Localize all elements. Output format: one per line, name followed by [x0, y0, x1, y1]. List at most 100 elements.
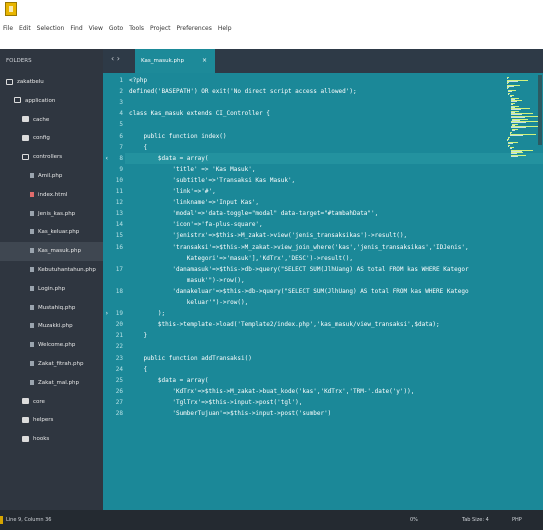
folder-icon	[22, 435, 29, 442]
file-icon	[30, 266, 34, 272]
line-number: 11	[115, 188, 123, 195]
tab-kas-masuk[interactable]: Kas_masuk.php ×	[135, 49, 215, 73]
fold-marker-icon[interactable]: ›	[105, 310, 109, 317]
sidebar-item-kas-keluar-php[interactable]: Kas_keluar.php	[0, 223, 103, 242]
syntax-selector[interactable]: PHP	[512, 510, 522, 530]
code-line[interactable]: 'transaksi'=>$this->M_zakat->view_join_w…	[129, 244, 469, 251]
folder-open-icon	[22, 153, 29, 160]
sidebar-item-label: Kas_keluar.php	[38, 229, 80, 236]
sidebar-item-index-html[interactable]: index.html	[0, 186, 103, 205]
code-line[interactable]: 'danakeluar'=>$this->db->query("SELECT S…	[129, 288, 469, 295]
sidebar-item-config[interactable]: config	[0, 129, 103, 148]
code-line[interactable]: Kategori'=>'masuk'],'KdTrx','DESC')->res…	[129, 255, 353, 262]
file-icon	[30, 172, 34, 178]
code-editor[interactable]: 1 2 3 4 5 6 7 8 ‹ 9 10 11 12 13 14 15 16 17 18 19 › 20 21 22 23 2…	[103, 73, 543, 510]
code-line[interactable]: class Kas_masuk extends CI_Controller {	[129, 110, 270, 117]
menu-item-edit[interactable]: Edit	[19, 25, 31, 32]
menu-item-selection[interactable]: Selection	[37, 25, 65, 32]
code-line[interactable]: 'title' => 'Kas Masuk',	[129, 166, 255, 173]
sidebar-item-application[interactable]: application	[0, 92, 103, 111]
menu-item-goto[interactable]: Goto	[109, 25, 123, 32]
sidebar-item-muzakki-php[interactable]: Muzakki.php	[0, 317, 103, 336]
code-line[interactable]: 'icon'=>'fa-plus-square',	[129, 221, 262, 228]
code-line[interactable]: keluar'")->row(),	[129, 299, 248, 306]
close-icon[interactable]: ×	[202, 49, 207, 73]
sidebar-item-helpers[interactable]: helpers	[0, 411, 103, 430]
code-line[interactable]: 'subtitle'=>'Transaksi Kas Masuk',	[129, 177, 295, 184]
sidebar-item-label: Login.php	[38, 285, 66, 292]
code-line[interactable]: {	[129, 366, 147, 373]
code-line[interactable]: defined('BASEPATH') OR exit('No direct s…	[129, 88, 357, 95]
menu-item-find[interactable]: Find	[70, 25, 82, 32]
code-line[interactable]: $data = array(	[129, 377, 209, 384]
code-line[interactable]: 'modal'=>'data-toggle="modal" data-targe…	[129, 210, 378, 217]
file-icon	[30, 360, 34, 366]
file-icon	[30, 285, 34, 291]
sidebar-item-zakat-mal-php[interactable]: Zakat_mal.php	[0, 374, 103, 393]
menu-item-view[interactable]: View	[89, 25, 103, 32]
code-line[interactable]: 'TglTrx'=>$this->input->post('tgl'),	[129, 399, 302, 406]
sidebar-item-label: application	[25, 97, 56, 104]
menu-item-help[interactable]: Help	[218, 25, 232, 32]
code-line[interactable]: );	[129, 310, 165, 317]
menu-item-project[interactable]: Project	[150, 25, 171, 32]
code-line[interactable]: 'KdTrx'=>$this->M_zakat->buat_kode('kas'…	[129, 388, 414, 395]
status-indicator	[0, 516, 3, 524]
sidebar-item-label: Zakat_mal.php	[38, 379, 79, 386]
line-number: 26	[115, 387, 123, 395]
file-icon	[30, 379, 34, 385]
code-area[interactable]: <?php defined('BASEPATH') OR exit('No dir…	[129, 73, 469, 510]
sidebar-item-label: cache	[33, 116, 50, 123]
sidebar-item-zakat-fitrah-php[interactable]: Zakat_fitrah.php	[0, 355, 103, 374]
sidebar-item-label: Muzakki.php	[38, 323, 73, 330]
sidebar-item-hooks[interactable]: hooks	[0, 430, 103, 449]
fold-marker-icon[interactable]: ‹	[105, 155, 109, 162]
sidebar-item-login-php[interactable]: Login.php	[0, 280, 103, 299]
line-number: 21	[115, 332, 123, 340]
code-line[interactable]: 'linkname'=>'Input Kas',	[129, 199, 259, 206]
sidebar-item-cache[interactable]: cache	[0, 111, 103, 130]
code-line[interactable]: {	[129, 144, 147, 151]
sidebar-item-controllers[interactable]: controllers	[0, 148, 103, 167]
sidebar-item-welcome-php[interactable]: Welcome.php	[0, 336, 103, 355]
code-line[interactable]: <?php	[129, 77, 147, 84]
sidebar: FOLDERS zakatbelu application cache config c…	[0, 49, 103, 510]
code-line[interactable]: 'SumberTujuan'=>$this->input->post('sumb…	[129, 410, 331, 417]
sidebar-item-label: zakatbelu	[17, 79, 44, 85]
file-tree: zakatbelu application cache config controlle…	[0, 73, 103, 449]
line-number: 22	[115, 343, 123, 351]
tab-size-selector[interactable]: Tab Size: 4	[462, 510, 489, 530]
folder-icon	[22, 116, 29, 123]
code-line[interactable]: 'jenistrx'=>$this->M_zakat->view('jenis_…	[129, 232, 407, 239]
code-line[interactable]: $this->template->load('Template2/index.p…	[129, 321, 440, 328]
sidebar-item-kebutuhantahun-php[interactable]: Kebutuhantahun.php	[0, 261, 103, 280]
menu-bar: File Edit Selection Find View Goto Tools Projec…	[0, 22, 543, 36]
line-number: 5	[119, 121, 123, 129]
line-number: 14	[115, 221, 123, 229]
sidebar-item-jenis-kas-php[interactable]: Jenis_kas.php	[0, 205, 103, 224]
line-number: 24	[115, 365, 123, 373]
sidebar-item-zakatbelu[interactable]: zakatbelu	[0, 73, 103, 92]
code-line[interactable]: masuk'")->row(),	[129, 277, 245, 284]
line-gutter: 1 2 3 4 5 6 7 8 ‹ 9 10 11 12 13 14 15 16 17 18 19 › 20 21 22 23 2…	[103, 73, 125, 510]
menu-item-tools[interactable]: Tools	[129, 25, 144, 32]
code-line[interactable]: }	[129, 332, 147, 339]
sidebar-item-label: index.html	[38, 191, 68, 198]
sidebar-item-kas-masuk-php[interactable]: Kas_masuk.php	[0, 242, 103, 261]
code-line[interactable]: 'link'=>'#',	[129, 188, 215, 195]
sidebar-item-mustahiq-php[interactable]: Mustahiq.php	[0, 299, 103, 318]
sidebar-item-amil-php[interactable]: Amil.php	[0, 167, 103, 186]
code-line[interactable]: 'danamasuk'=>$this->db->query("SELECT SU…	[129, 266, 469, 273]
code-line[interactable]: public function index()	[129, 133, 226, 140]
sidebar-item-label: Kas_masuk.php	[38, 248, 81, 255]
sidebar-item-core[interactable]: core	[0, 393, 103, 412]
tab-nav-arrows[interactable]: ‹ ›	[111, 54, 120, 63]
line-number: 6	[119, 132, 123, 140]
code-line[interactable]: public function addTransaksi()	[129, 355, 251, 362]
menu-item-preferences[interactable]: Preferences	[177, 25, 212, 32]
menu-item-file[interactable]: File	[3, 25, 13, 32]
line-number: 3	[119, 99, 123, 107]
vertical-scrollbar[interactable]	[538, 75, 542, 145]
line-number: 17	[115, 265, 123, 273]
code-line[interactable]: $data = array(	[129, 155, 209, 162]
